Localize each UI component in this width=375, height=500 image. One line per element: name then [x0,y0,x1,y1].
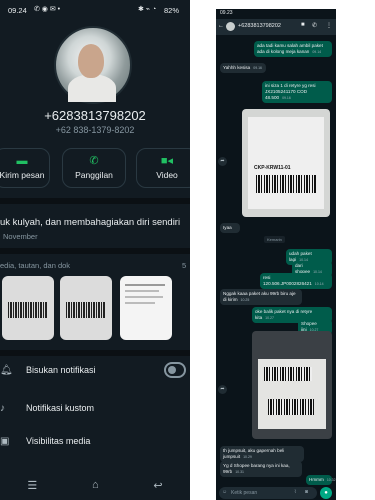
message-bubble-in[interactable]: Yahhh kesisa 09.16 [220,63,266,73]
bell-icon: 🔔︎ [0,364,13,376]
send-message-button[interactable]: ▬ Kirim pesan [0,148,50,188]
attach-icon[interactable]: ⌇ [294,489,296,495]
emoji-icon[interactable]: ☺ [222,489,227,495]
call-button[interactable]: ✆ Panggilan [62,148,126,188]
contact-info-screen: 09.24 ✆ ◉ ✉ • ✱ ⌁ ◔ 82% +6283813798202 +… [0,0,190,500]
chat-image-package[interactable] [252,331,332,439]
signal-icons: ✱ ⌁ ◔ [138,6,157,13]
back-icon[interactable]: ↩ [153,479,162,492]
media-thumbnail[interactable] [60,276,112,340]
section-divider [0,248,190,254]
video-icon: ■◂ [160,155,174,167]
media-count: 5 [182,261,187,270]
contact-avatar[interactable] [54,26,132,104]
media-links-docs-label[interactable]: edia, tautan, dan dok [0,261,70,270]
more-options-icon[interactable]: ⋮ [326,22,332,29]
system-nav-bar: ☰ ⌂ ↩ [0,470,190,500]
media-visibility-row[interactable]: ▣ Visibilitas media [0,432,190,450]
message-input-placeholder: Ketik pesan [231,490,258,496]
message-input[interactable]: ☺ Ketik pesan ⌇ ◙ [219,487,317,499]
chat-contact-name[interactable]: +6283813798202 [238,23,281,29]
chat-screen: 09.23 ← +6283813798202 ■ ✆ ⋮ ada tadi ka… [216,9,336,500]
mic-icon: ● [324,490,328,496]
message-bubble-out[interactable]: ada tadi kamu salah ambil paket ada di k… [254,41,332,57]
section-divider [0,350,190,356]
video-call-button[interactable]: ■◂ Video [136,148,190,188]
image-icon: ▣ [0,435,10,447]
about-date: November [3,232,38,241]
chat-status-bar: 09.23 [220,10,233,16]
date-separator: Kemarin [264,236,285,243]
message-bubble-in[interactable]: th jumpsuit, aku gapernah beli jumpsuit 1… [220,446,304,462]
chat-avatar[interactable] [226,22,235,31]
message-bubble-in[interactable]: Nggak kaaa paket aku 99rb biru aje di ki… [220,289,302,305]
about-text: uk kulyah, dan membahagiakan diri sendir… [0,217,181,228]
contact-phone-number: +6283813798202 [44,108,146,123]
media-thumbnail[interactable] [120,276,172,340]
message-bubble-out[interactable]: Hmmm 10.32 [306,475,336,485]
media-thumbnail[interactable] [2,276,54,340]
chat-header: ← +6283813798202 ■ ✆ ⋮ [216,19,336,35]
camera-icon[interactable]: ◙ [305,489,308,495]
status-battery: 82% [164,6,180,15]
mute-toggle[interactable] [164,362,186,378]
forward-icon[interactable]: ➦ [218,385,227,394]
message-icon: ▬ [16,155,28,167]
message-bubble-out[interactable]: ini siza 1 di retyre yg resi JX210524117… [262,81,332,103]
music-note-icon: ♪ [0,402,5,414]
section-divider [0,198,190,204]
phone-icon: ✆ [89,155,99,167]
message-bubble-in[interactable]: Iyaa [220,223,240,233]
status-time: 09.24 [8,6,27,15]
video-icon[interactable]: ■ [301,22,305,28]
back-arrow-icon[interactable]: ← [218,23,224,29]
mic-button[interactable]: ● [320,487,332,499]
menu-icon[interactable]: ☰ [27,479,37,492]
contact-phone-formatted: +62 838-1379-8202 [55,125,135,135]
phone-icon[interactable]: ✆ [312,22,317,29]
home-icon[interactable]: ⌂ [92,479,99,491]
forward-icon[interactable]: ➦ [218,157,227,166]
mute-notifications-row[interactable]: 🔔︎ Bisukan notifikasi [0,361,190,379]
message-bubble-in[interactable]: Yg d Shopee barang nya ini kaa, 99rb 10.3… [220,461,302,477]
notification-icons: ✆ ◉ ✉ • [34,6,61,13]
chat-image-package[interactable]: CKP-KRW11-01 [242,109,330,217]
message-bubble-out[interactable]: resi 120.506.JP0002826421 10.14 [260,273,332,289]
custom-notifications-row[interactable]: ♪ Notifikasi kustom [0,399,190,417]
